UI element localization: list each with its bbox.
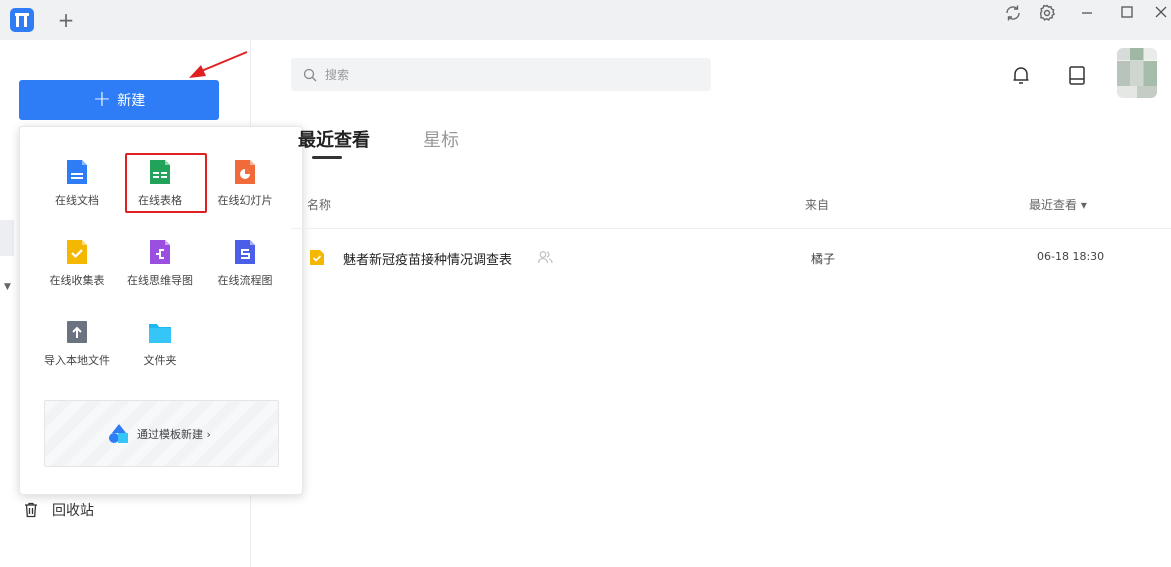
menu-item-online-mindmap[interactable]: 在线思维导图: [118, 233, 202, 297]
header-divider: [291, 228, 1171, 229]
folder-icon: [149, 324, 171, 343]
settings-gear-icon[interactable]: [1036, 2, 1058, 24]
menu-item-online-doc[interactable]: 在线文档: [35, 153, 119, 217]
close-icon[interactable]: [1150, 2, 1171, 24]
menu-item-label: 在线思维导图: [127, 274, 193, 287]
template-create-label: 通过模板新建 ›: [137, 428, 211, 441]
minimize-icon[interactable]: [1076, 2, 1098, 24]
file-source: 橘子: [811, 252, 836, 266]
caret-down-icon[interactable]: ▼: [4, 282, 11, 292]
template-shapes-icon: [109, 424, 128, 443]
shared-users-icon: [537, 251, 553, 264]
menu-item-online-flowchart[interactable]: 在线流程图: [203, 233, 287, 297]
new-button[interactable]: + 新建: [19, 80, 219, 120]
sync-icon[interactable]: [1002, 2, 1024, 24]
form-file-icon: [310, 250, 324, 265]
tab-starred[interactable]: 星标: [423, 126, 459, 152]
search-icon: [303, 68, 317, 81]
menu-item-label: 导入本地文件: [44, 354, 110, 367]
new-tab-button[interactable]: +: [56, 8, 76, 32]
menu-item-online-slides[interactable]: 在线幻灯片: [203, 153, 287, 217]
user-avatar[interactable]: [1117, 48, 1157, 98]
mindmap-icon: [150, 240, 170, 264]
active-tab-indicator: [312, 156, 342, 159]
search-input[interactable]: [325, 67, 685, 82]
sidebar-item-trash[interactable]: 回收站: [22, 500, 94, 520]
doc-icon: [67, 160, 87, 184]
new-button-label: 新建: [117, 93, 146, 109]
menu-item-label: 在线幻灯片: [217, 194, 273, 207]
new-menu-popup: 在线文档 在线表格 在线幻灯片 在线收集表 在线思维导图 在线流程图 导入本地文…: [19, 126, 303, 495]
template-create-banner[interactable]: 通过模板新建 ›: [44, 400, 279, 467]
title-bar: +: [0, 0, 1171, 40]
plus-icon: +: [92, 87, 112, 112]
search-box[interactable]: [291, 58, 711, 91]
annotation-arrow-icon: [189, 51, 248, 78]
menu-item-label: 在线文档: [55, 194, 99, 207]
column-header-recent-viewed[interactable]: 最近查看 ▾: [1029, 196, 1087, 213]
tablet-device-icon[interactable]: [1065, 63, 1089, 87]
maximize-icon[interactable]: [1116, 2, 1138, 24]
menu-item-label: 在线收集表: [49, 274, 105, 287]
notification-bell-icon[interactable]: [1009, 63, 1033, 87]
column-header-source[interactable]: 来自: [805, 196, 829, 213]
import-icon: [67, 321, 87, 343]
flowchart-icon: [235, 240, 255, 264]
menu-item-online-form[interactable]: 在线收集表: [35, 233, 119, 297]
column-header-name[interactable]: 名称: [307, 196, 331, 213]
sidebar-selected-highlight: [0, 220, 14, 256]
file-viewed-time: 06-18 18:30: [1037, 250, 1105, 263]
trash-icon: [25, 502, 37, 518]
app-logo-icon[interactable]: [10, 8, 34, 32]
slides-icon: [235, 160, 255, 184]
highlight-frame: [125, 153, 207, 213]
menu-item-label: 文件夹: [143, 354, 177, 367]
trash-label: 回收站: [52, 503, 94, 519]
tab-recent[interactable]: 最近查看: [298, 126, 370, 152]
menu-item-import-local[interactable]: 导入本地文件: [35, 313, 119, 377]
menu-item-label: 在线流程图: [217, 274, 273, 287]
menu-item-folder[interactable]: 文件夹: [118, 313, 202, 377]
form-icon: [67, 240, 87, 264]
file-name[interactable]: 魅者新冠疫苗接种情况调查表: [343, 249, 512, 268]
